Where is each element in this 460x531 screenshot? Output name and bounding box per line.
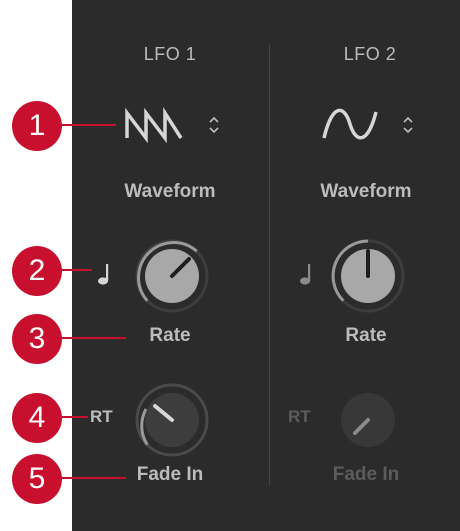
lfo1-rt-button[interactable]: RT (90, 407, 113, 427)
callout-badge-5: 5 (12, 454, 62, 504)
lfo1-waveform-selector[interactable] (124, 106, 228, 144)
lfo2-waveform-selector[interactable] (320, 106, 424, 144)
knob-icon (341, 393, 395, 447)
chevron-updown-icon (403, 116, 413, 134)
quarter-note-icon (300, 264, 311, 285)
lfo2-rate-knob[interactable] (330, 238, 406, 314)
knob-icon (135, 383, 209, 457)
lfo2-rate-sync-button[interactable] (298, 262, 314, 286)
lfo1-fade-in-knob[interactable] (134, 382, 210, 458)
lfo2-fade-in-knob[interactable] (330, 382, 406, 458)
chevron-updown-icon (209, 116, 219, 134)
sine-wave-icon (322, 108, 413, 140)
quarter-note-icon (98, 264, 109, 285)
column-divider (269, 44, 270, 486)
lfo1-rate-sync-button[interactable] (96, 262, 112, 286)
lfo2-fade-in-label: Fade In (332, 464, 400, 485)
lfo2-title: LFO 2 (343, 44, 397, 64)
lfo1-title: LFO 1 (143, 44, 197, 64)
knob-icon (135, 239, 209, 313)
callout-badge-2: 2 (12, 246, 62, 296)
callout-badge-4: 4 (12, 393, 62, 443)
lfo1-fade-in-label: Fade In (136, 464, 204, 485)
lfo2-waveform-label: Waveform (320, 181, 412, 202)
sawtooth-wave-icon (125, 107, 219, 144)
lfo1-waveform-label: Waveform (124, 181, 216, 202)
lfo2-rt-button[interactable]: RT (288, 407, 311, 427)
knob-icon (331, 239, 405, 313)
callout-badge-3: 3 (12, 314, 62, 364)
lfo2-rate-label: Rate (345, 325, 387, 346)
callout-badge-1: 1 (12, 101, 62, 151)
lfo1-rate-label: Rate (149, 325, 191, 346)
lfo1-rate-knob[interactable] (134, 238, 210, 314)
